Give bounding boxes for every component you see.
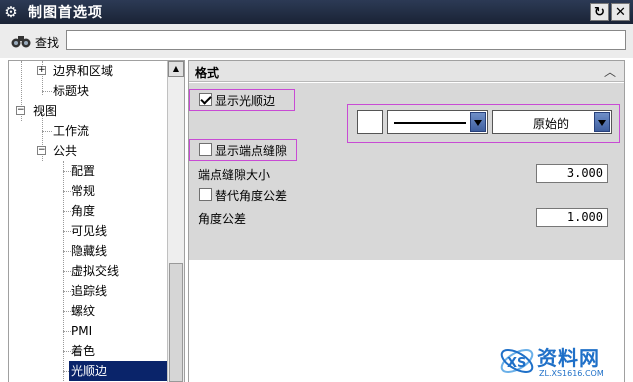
line-width-value: 原始的 [533,117,570,131]
tree-item-threads[interactable]: 螺纹 [71,301,95,321]
watermark-url: ZL.XS1616.COM [539,369,604,378]
line-font-dropdown[interactable] [387,110,488,134]
angle-tolerance-label: 角度公差 [198,212,247,226]
scroll-thumb[interactable] [169,263,183,382]
chevron-up-icon[interactable]: ︿ [602,63,618,79]
tree-item-workflow[interactable]: 工作流 [53,121,89,141]
tree-item-hidden-lines[interactable]: 隐藏线 [71,241,107,261]
watermark: XS 资料网 ZL.XS1616.COM [497,338,633,382]
search-row: 查找 [0,24,633,58]
angle-tolerance-input[interactable]: 1.000 [536,208,608,227]
chevron-down-icon[interactable] [594,112,610,132]
gear-icon[interactable]: ⚙ [0,0,22,24]
tree-item-virtual-intersections[interactable]: 虚拟交线 [71,261,119,281]
tree-item-common[interactable]: 公共 [53,141,77,161]
tree-item-pmi[interactable]: PMI [71,321,92,341]
format-header-title: 格式 [195,66,220,80]
show-smooth-edges-checkbox[interactable] [199,93,212,106]
tree-expander-boundary[interactable]: + [37,66,46,75]
tree-item-shading[interactable]: 着色 [71,341,95,361]
tree-item-title-block[interactable]: 标题块 [53,81,89,101]
show-end-gaps-checkbox[interactable] [199,143,212,156]
alt-angle-tolerance-label: 替代角度公差 [215,189,288,203]
format-body: 显示光顺边 原始的 显示端点缝隙 端点缝隙大小 3.000 替代角度公差 角度公… [189,83,624,260]
format-panel: 格式 ︿ 显示光顺边 原始的 显示端点缝隙 端点缝隙大小 3.000 替代角度公… [188,60,625,382]
tree-item-config[interactable]: 配置 [71,161,95,181]
line-width-dropdown[interactable]: 原始的 [492,110,612,134]
end-gap-size-label: 端点缝隙大小 [198,168,271,182]
title-bar: ⚙ 制图首选项 ↻ ✕ [0,0,633,24]
chevron-down-icon[interactable] [470,112,486,132]
reset-icon: ↻ [594,4,605,20]
reset-button[interactable]: ↻ [590,3,609,21]
svg-text:XS: XS [507,356,526,371]
end-gap-size-input[interactable]: 3.000 [536,164,608,183]
watermark-logo-icon: XS [500,349,534,373]
tree-item-smooth-edges[interactable]: 光顺边 [69,361,167,381]
show-end-gaps-label: 显示端点缝隙 [215,144,288,158]
close-icon: ✕ [615,4,626,20]
tree-item-angle[interactable]: 角度 [71,201,95,221]
tree-item-trace-lines[interactable]: 追踪线 [71,281,107,301]
binoculars-icon [11,36,31,48]
alt-angle-tolerance-checkbox[interactable] [199,188,212,201]
tree-scrollbar[interactable]: ▲ [167,61,184,382]
watermark-text: 资料网 [537,346,600,370]
scroll-up-icon[interactable]: ▲ [168,61,184,77]
tree-expander-common[interactable]: − [37,146,46,155]
tree-expander-view[interactable]: − [16,106,25,115]
tree-item-view[interactable]: 视图 [33,101,57,121]
solid-line-icon [394,122,466,124]
settings-tree: + 边界和区域 标题块 − 视图 工作流 − 公共 配置 常规 角度 可见线 隐… [8,60,185,382]
tree-item-visible-lines[interactable]: 可见线 [71,221,107,241]
show-smooth-edges-label: 显示光顺边 [215,94,276,108]
search-label: 查找 [35,36,60,50]
tree-item-general[interactable]: 常规 [71,181,95,201]
close-button[interactable]: ✕ [611,3,630,21]
search-input[interactable] [66,30,626,50]
format-header[interactable]: 格式 ︿ [189,61,624,82]
tree-item-boundary-region[interactable]: 边界和区域 [53,61,113,81]
window-title: 制图首选项 [28,5,103,21]
color-swatch[interactable] [357,110,383,134]
